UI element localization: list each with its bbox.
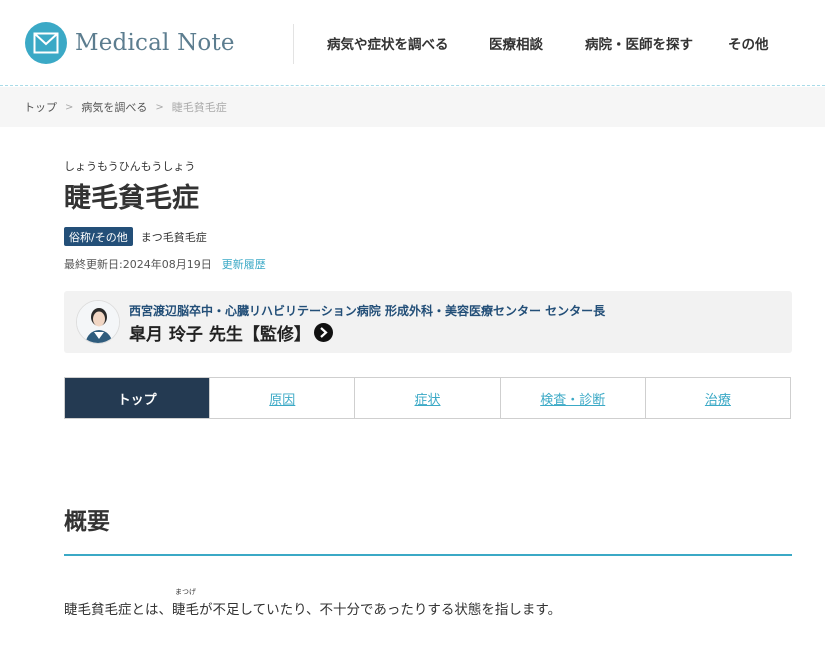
logo-mark-icon	[25, 22, 67, 64]
alias-row: 俗称/その他 まつ毛貧毛症	[64, 227, 207, 246]
doctor-name[interactable]: 皐月 玲子 先生【監修】	[129, 320, 311, 345]
update-history-link[interactable]: 更新履歴	[222, 256, 266, 272]
alias-badge: 俗称/その他	[64, 227, 133, 246]
tab-diagnosis[interactable]: 検査・診断	[499, 378, 645, 418]
overview-text-rest: が不足していたり、不十分であったりする状態を指します。	[199, 602, 562, 618]
site-logo[interactable]: Medical Note	[25, 22, 235, 64]
doctor-name-row: 皐月 玲子 先生【監修】	[129, 320, 333, 345]
header-divider	[293, 24, 294, 64]
update-row: 最終更新日:2024年08月19日 更新履歴	[64, 256, 266, 272]
article-tabs: トップ 原因 症状 検査・診断 治療	[64, 377, 791, 419]
ruby-reading: まつげ	[175, 588, 196, 596]
breadcrumb-disease[interactable]: 病気を調べる	[81, 99, 147, 115]
chevron-right-icon: >	[155, 101, 164, 113]
last-updated: 最終更新日:2024年08月19日	[64, 258, 212, 271]
section-divider	[64, 554, 792, 556]
doctor-affiliation: 西宮渡辺脳卒中・心臓リハビリテーション病院 形成外科・美容医療センター センター…	[129, 304, 606, 318]
tab-top[interactable]: トップ	[65, 378, 210, 418]
breadcrumb-current: 睫毛貧毛症	[171, 101, 227, 114]
section-heading: 概要	[64, 509, 110, 535]
overview-text-lead: 睫毛貧毛症とは、	[64, 602, 172, 618]
nav-other[interactable]: その他	[728, 33, 769, 53]
tab-symptoms[interactable]: 症状	[354, 378, 500, 418]
nav-medical-consult[interactable]: 医療相談	[489, 33, 543, 53]
page-title: 睫毛貧毛症	[64, 183, 199, 214]
overview-text: 睫毛貧毛症とは、 まつげ睫毛が不足していたり、不十分であったりする状態を指します。	[64, 588, 562, 618]
breadcrumb: トップ > 病気を調べる > 睫毛貧毛症	[0, 87, 825, 127]
site-header: Medical Note 病気や症状を調べる 医療相談 病院・医師を探す その他	[0, 0, 825, 86]
tab-cause[interactable]: 原因	[209, 378, 355, 418]
ruby-base: 睫毛	[172, 602, 199, 618]
doctor-avatar	[76, 300, 120, 344]
arrow-right-icon[interactable]	[313, 323, 333, 342]
chevron-right-icon: >	[65, 101, 74, 113]
logo-text: Medical Note	[75, 30, 235, 56]
nav-find-hospital[interactable]: 病院・医師を探す	[585, 33, 693, 53]
alias-text: まつ毛貧毛症	[140, 230, 207, 244]
title-reading: しょうもうひんもうしょう	[64, 160, 196, 173]
breadcrumb-top[interactable]: トップ	[24, 99, 57, 115]
supervisor-box[interactable]: 西宮渡辺脳卒中・心臓リハビリテーション病院 形成外科・美容医療センター センター…	[64, 291, 792, 353]
nav-disease-search[interactable]: 病気や症状を調べる	[327, 33, 449, 53]
tab-treatment[interactable]: 治療	[644, 378, 791, 418]
ruby-term: まつげ 睫毛	[172, 588, 199, 618]
